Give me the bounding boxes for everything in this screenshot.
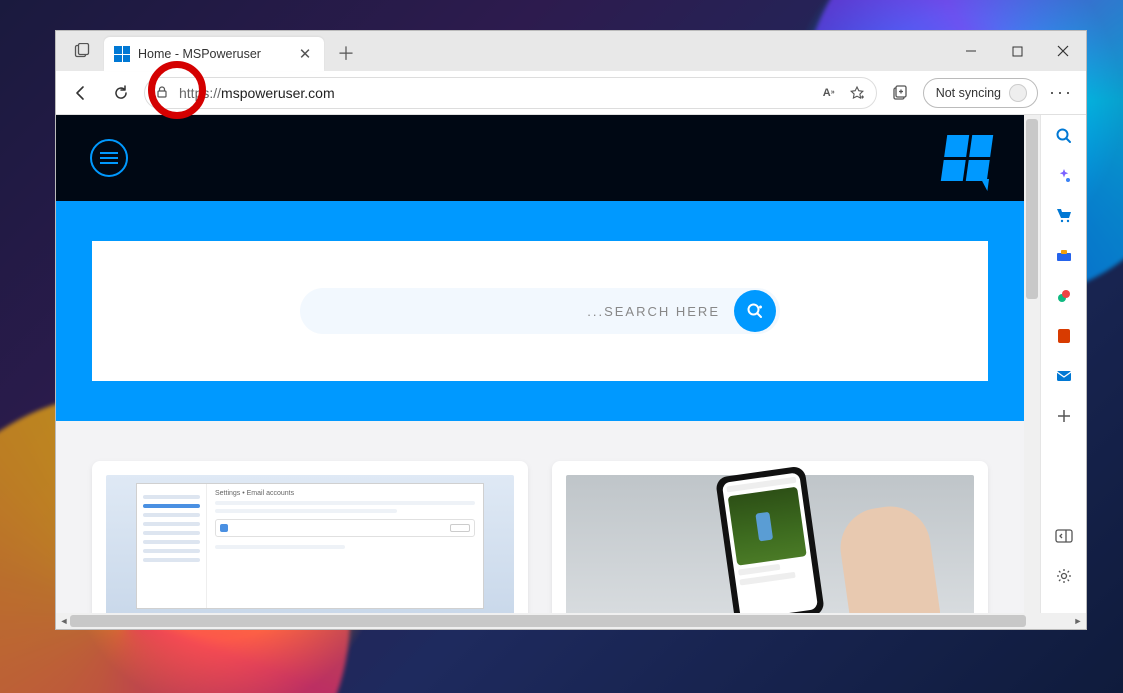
address-actions: A» — [820, 84, 866, 102]
vertical-scroll-thumb[interactable] — [1026, 119, 1038, 299]
sidebar-hide-button[interactable] — [1053, 525, 1075, 547]
tab-favicon — [114, 46, 130, 62]
settings-more-button[interactable]: ··· — [1044, 76, 1078, 110]
new-tab-button[interactable]: ＋ — [330, 37, 362, 69]
sidebar-add-button[interactable] — [1053, 405, 1075, 427]
favorite-icon[interactable] — [848, 84, 866, 102]
window-maximize-button[interactable] — [994, 31, 1040, 71]
profile-sync-button[interactable]: Not syncing — [923, 78, 1038, 108]
hamburger-icon — [100, 152, 118, 164]
sidebar-tools-icon[interactable] — [1053, 245, 1075, 267]
article-cards: Settings • Email accounts — [56, 421, 1024, 613]
window-minimize-button[interactable] — [948, 31, 994, 71]
sidebar-copilot-icon[interactable] — [1053, 165, 1075, 187]
site-menu-button[interactable] — [90, 139, 128, 177]
tab-title: Home - MSPoweruser — [138, 47, 261, 61]
article-thumbnail-2 — [566, 475, 974, 613]
collections-button[interactable] — [883, 76, 917, 110]
sidebar-shopping-icon[interactable] — [1053, 205, 1075, 227]
site-logo[interactable] — [941, 135, 993, 181]
sidebar-outlook-icon[interactable] — [1053, 365, 1075, 387]
search-icon — [745, 301, 765, 321]
website-content: Settings • Email accounts — [56, 115, 1024, 613]
tab-actions-button[interactable] — [64, 33, 100, 69]
site-header — [56, 115, 1024, 201]
article-card-2[interactable] — [552, 461, 988, 613]
vertical-scrollbar[interactable] — [1024, 115, 1040, 613]
hero-search-section — [56, 201, 1024, 421]
sidebar-office-icon[interactable] — [1053, 325, 1075, 347]
sync-label: Not syncing — [936, 86, 1001, 100]
lock-icon[interactable] — [155, 85, 171, 101]
horizontal-scroll-thumb[interactable] — [70, 615, 1026, 627]
horizontal-scrollbar[interactable]: ◄ ► — [56, 613, 1086, 629]
site-search-button[interactable] — [734, 290, 776, 332]
article-thumbnail-1: Settings • Email accounts — [106, 475, 514, 613]
content-row: Settings • Email accounts — [56, 115, 1086, 613]
sidebar-settings-icon[interactable] — [1053, 565, 1075, 587]
site-search — [300, 288, 780, 334]
site-search-input[interactable] — [324, 304, 734, 319]
nav-refresh-button[interactable] — [104, 76, 138, 110]
titlebar: Home - MSPoweruser ✕ ＋ — [56, 31, 1086, 71]
hero-search-panel — [92, 241, 988, 381]
page-viewport: Settings • Email accounts — [56, 115, 1024, 613]
article-card-1[interactable]: Settings • Email accounts — [92, 461, 528, 613]
window-controls — [948, 31, 1086, 71]
browser-window: Home - MSPoweruser ✕ ＋ https://mspowerus… — [55, 30, 1087, 630]
browser-toolbar: https://mspoweruser.com A» Not syncing ·… — [56, 71, 1086, 115]
hscroll-right-arrow[interactable]: ► — [1070, 613, 1086, 629]
address-bar[interactable]: https://mspoweruser.com A» — [144, 77, 877, 109]
sidebar-search-icon[interactable] — [1053, 125, 1075, 147]
profile-avatar-icon — [1009, 84, 1027, 102]
sidebar-games-icon[interactable] — [1053, 285, 1075, 307]
window-close-button[interactable] — [1040, 31, 1086, 71]
tab-close-button[interactable]: ✕ — [296, 45, 314, 63]
address-url: https://mspoweruser.com — [179, 85, 812, 101]
nav-back-button[interactable] — [64, 76, 98, 110]
edge-sidebar — [1040, 115, 1086, 613]
read-aloud-icon[interactable]: A» — [820, 84, 838, 102]
browser-tab[interactable]: Home - MSPoweruser ✕ — [104, 37, 324, 71]
